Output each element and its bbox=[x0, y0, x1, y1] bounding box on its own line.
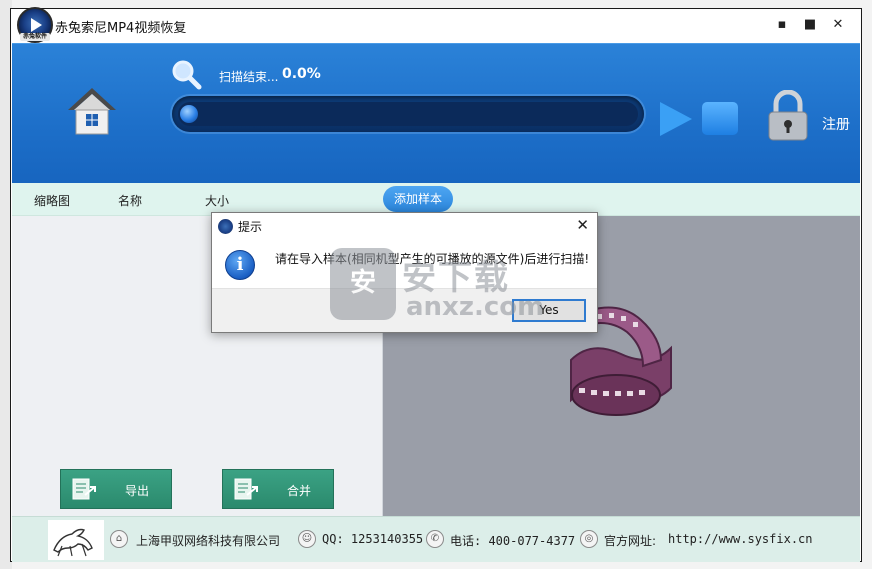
merge-icon bbox=[234, 478, 258, 500]
dialog-title: 提示 bbox=[238, 220, 263, 234]
add-sample-button[interactable]: 添加样本 bbox=[383, 186, 453, 212]
window-title: 赤兔索尼MP4视频恢复 bbox=[55, 21, 187, 36]
screen: 赤兔软件 赤兔索尼MP4视频恢复 ▪ ■ ✕ 扫描结束... 0.0% 注册 缩… bbox=[0, 0, 872, 569]
merge-button[interactable]: 合并 bbox=[222, 469, 334, 509]
progress-knob bbox=[180, 105, 198, 123]
close-button[interactable]: ✕ bbox=[827, 15, 849, 35]
dialog-title-bar: 提示 ✕ bbox=[212, 213, 597, 240]
phone-number: 电话: 400-077-4377 bbox=[450, 534, 576, 548]
info-dialog: 提示 ✕ i 请在导入样本(相同机型产生的可播放的源文件)后进行扫描! Yes bbox=[211, 212, 598, 333]
register-link[interactable]: 注册 bbox=[822, 114, 850, 134]
lock-icon[interactable] bbox=[766, 90, 810, 142]
dialog-close-button[interactable]: ✕ bbox=[576, 216, 589, 234]
scan-percent: 0.0% bbox=[282, 66, 321, 82]
footer-bar: ⌂ 上海甲驭网络科技有限公司 ☺ QQ: 1253140355 ✆ 电话: 40… bbox=[12, 516, 860, 562]
play-glyph bbox=[31, 18, 42, 32]
stop-scan-button[interactable] bbox=[702, 102, 738, 135]
header-panel: 扫描结束... 0.0% 注册 bbox=[12, 43, 860, 183]
website-link[interactable]: http://www.sysfix.cn bbox=[668, 532, 813, 546]
app-logo-icon: 赤兔软件 bbox=[17, 7, 53, 43]
maximize-button[interactable]: ■ bbox=[799, 15, 821, 35]
home-icon[interactable] bbox=[64, 84, 120, 140]
qq-icon: ☺ bbox=[298, 530, 316, 548]
company-name: 上海甲驭网络科技有限公司 bbox=[136, 534, 281, 548]
info-icon: i bbox=[225, 250, 255, 280]
phone-icon: ✆ bbox=[426, 530, 444, 548]
qq-number: QQ: 1253140355 bbox=[322, 532, 424, 546]
column-size[interactable]: 大小 bbox=[205, 192, 229, 209]
dialog-message: 请在导入样本(相同机型产生的可播放的源文件)后进行扫描! bbox=[275, 252, 590, 266]
horse-logo-icon bbox=[48, 520, 104, 560]
minimize-button[interactable]: ▪ bbox=[771, 15, 793, 35]
scan-status-label: 扫描结束... bbox=[219, 70, 279, 84]
title-bar: 赤兔软件 赤兔索尼MP4视频恢复 ▪ ■ ✕ bbox=[11, 7, 861, 43]
dialog-footer: Yes bbox=[212, 288, 597, 332]
dialog-app-icon bbox=[218, 219, 233, 234]
yes-button[interactable]: Yes bbox=[512, 299, 586, 322]
dialog-body: i 请在导入样本(相同机型产生的可播放的源文件)后进行扫描! bbox=[212, 240, 597, 288]
scan-progress-bar bbox=[172, 96, 644, 132]
export-button[interactable]: 导出 bbox=[60, 469, 172, 509]
progress-track bbox=[178, 102, 638, 126]
start-scan-button[interactable] bbox=[660, 102, 692, 136]
export-label: 导出 bbox=[125, 484, 150, 498]
website-label: 官方网址: bbox=[604, 534, 657, 548]
column-thumbnail[interactable]: 缩略图 bbox=[34, 192, 70, 209]
globe-icon: ◎ bbox=[580, 530, 598, 548]
app-logo-tag: 赤兔软件 bbox=[20, 33, 50, 41]
search-icon bbox=[172, 60, 202, 90]
company-icon: ⌂ bbox=[110, 530, 128, 548]
merge-label: 合并 bbox=[287, 484, 312, 498]
export-icon bbox=[72, 478, 96, 500]
column-name[interactable]: 名称 bbox=[118, 192, 142, 209]
